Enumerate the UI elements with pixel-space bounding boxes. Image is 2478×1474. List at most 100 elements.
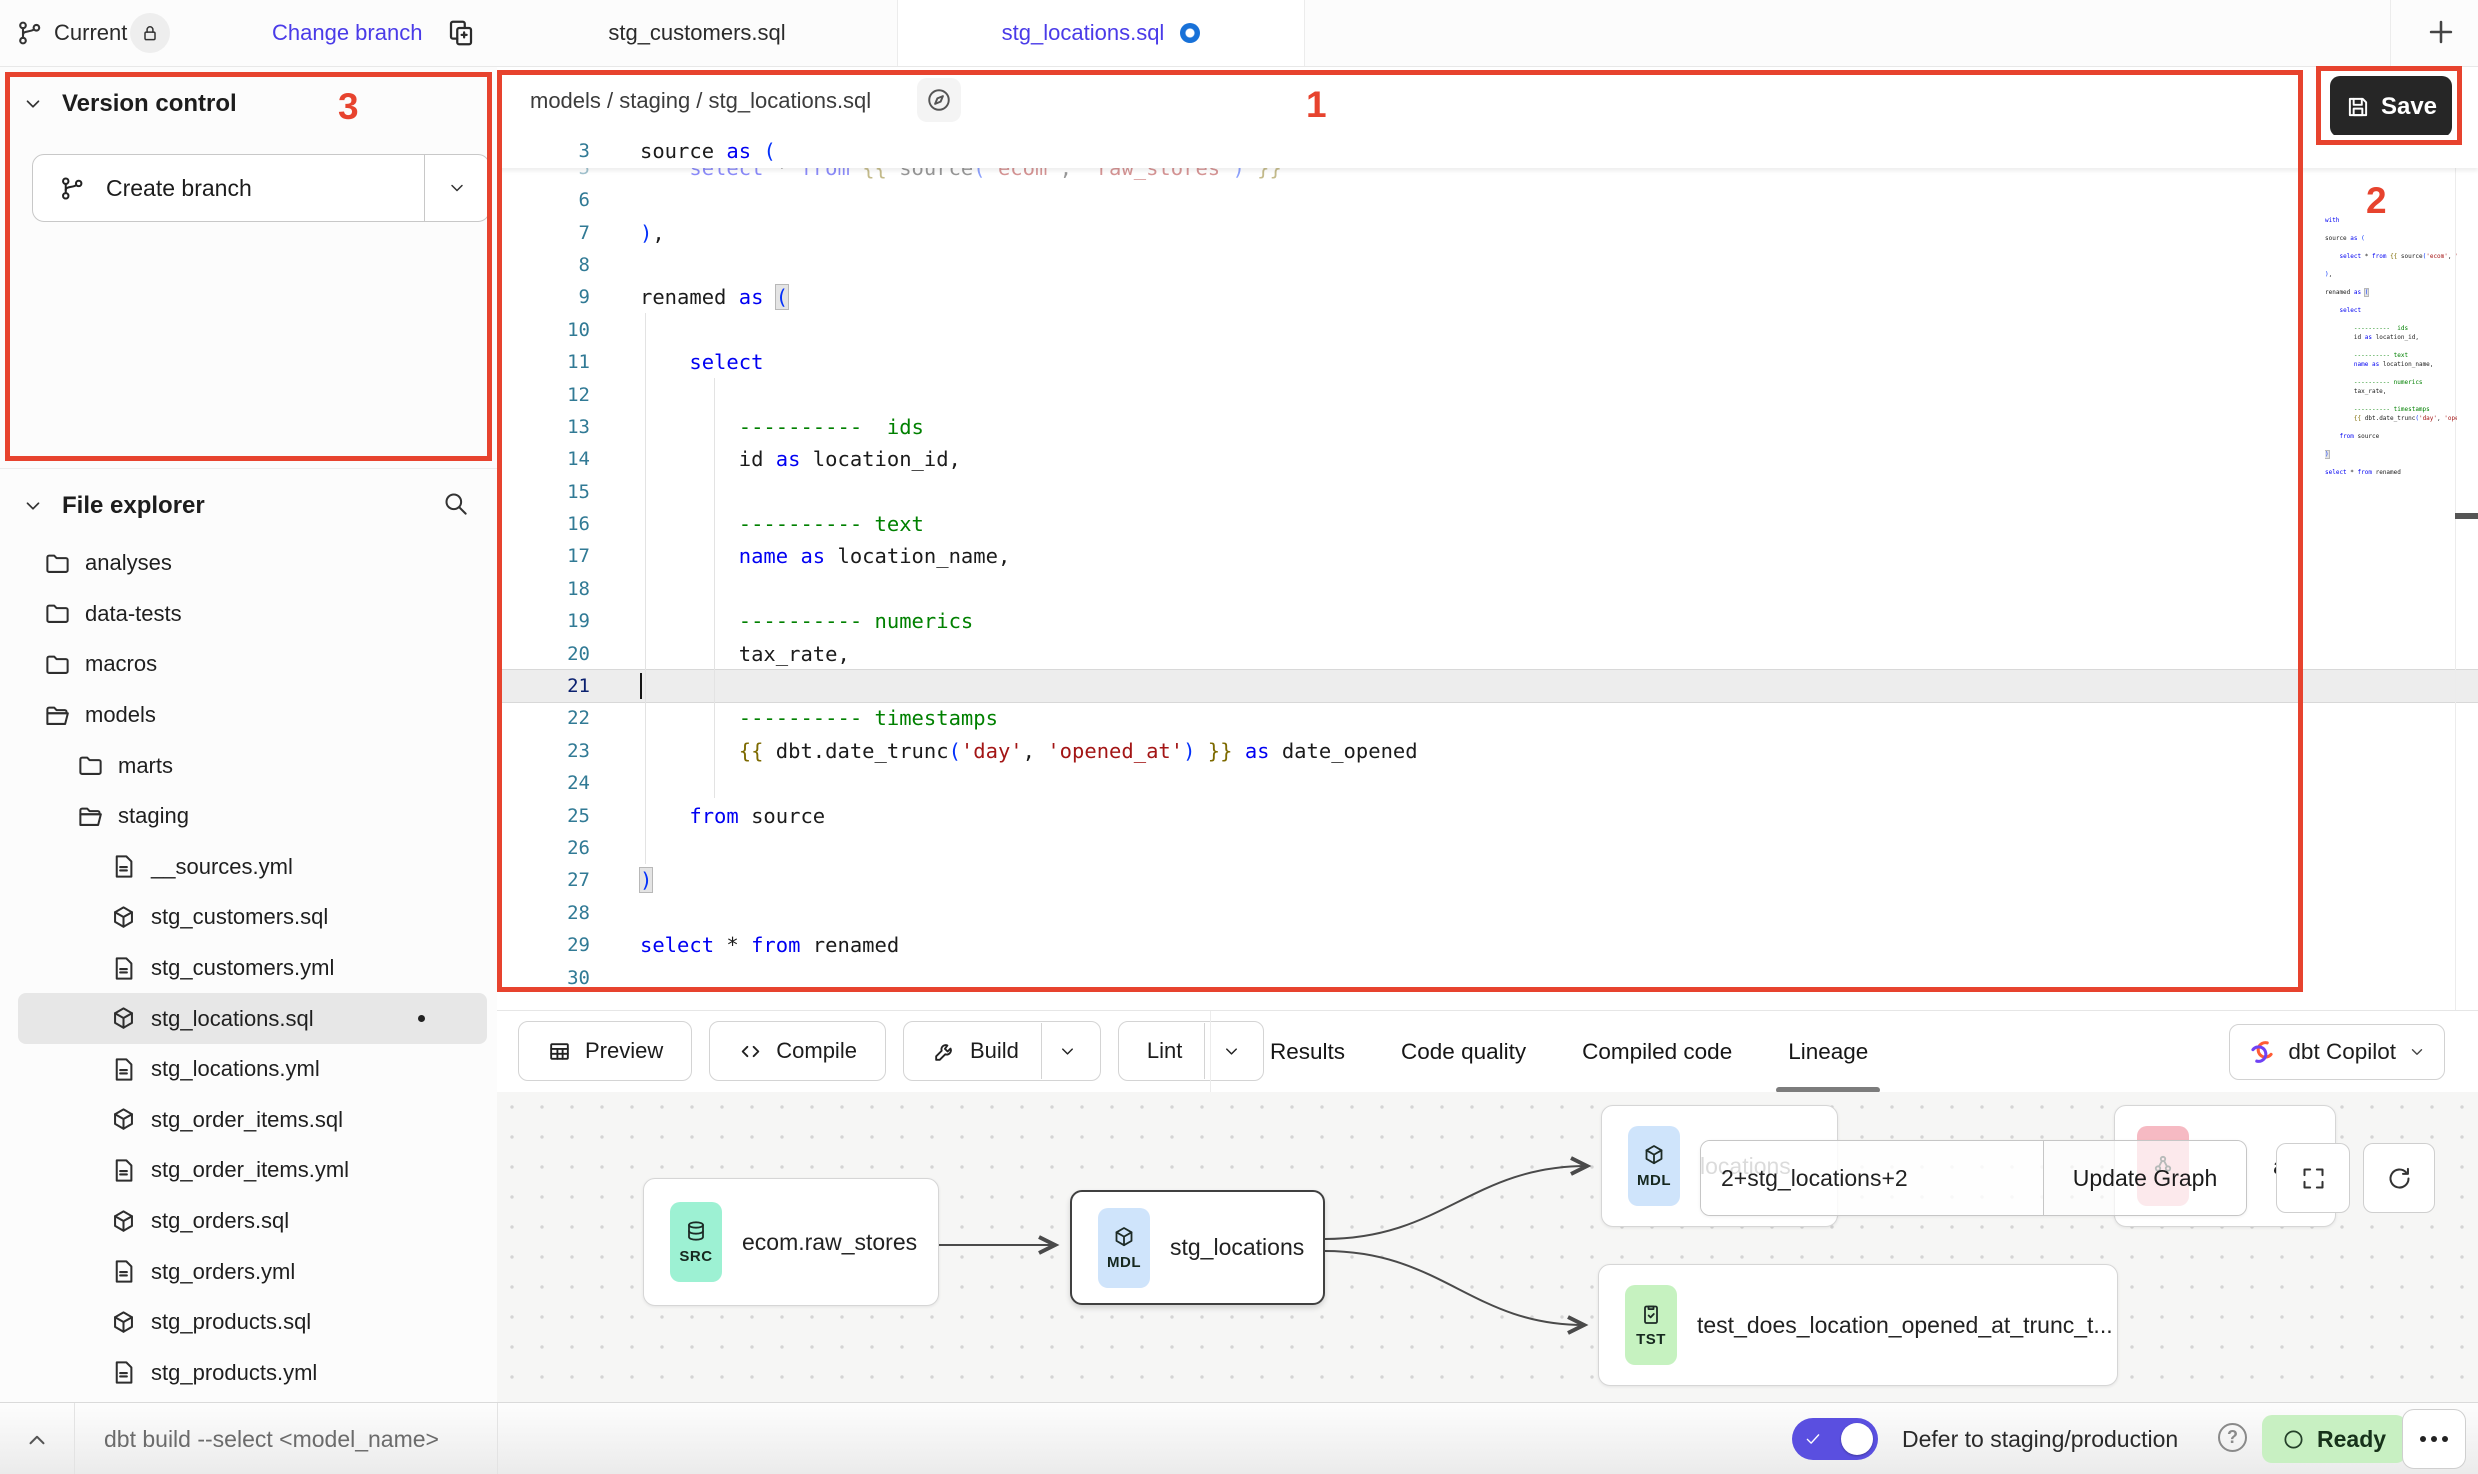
file-item-marts[interactable]: marts [18, 740, 487, 791]
file-explorer-header[interactable]: File explorer [22, 492, 205, 520]
update-graph-button[interactable]: Update Graph [2044, 1141, 2246, 1215]
file-item-stg_orders.yml[interactable]: stg_orders.yml [18, 1246, 487, 1297]
file-item-stg_products.yml[interactable]: stg_products.yml [18, 1348, 487, 1399]
code-editor[interactable]: 3source as ( 5 select * from {{ source('… [497, 135, 2478, 1010]
tab-results[interactable]: Results [1270, 1011, 1345, 1093]
git-branch-icon [59, 175, 86, 202]
minimap-line: name as location_name, [2325, 360, 2457, 369]
status-badge[interactable]: Ready [2262, 1415, 2406, 1463]
code-text: select * from {{ source('ecom', 'raw_sto… [640, 168, 1282, 180]
lineage-node-stg-locations[interactable]: MDL stg_locations [1070, 1190, 1325, 1305]
file-item-stg_products.sql[interactable]: stg_products.sql [18, 1297, 487, 1348]
create-branch-dropdown[interactable] [424, 155, 489, 221]
file-item-data-tests[interactable]: data-tests [18, 589, 487, 640]
search-icon[interactable] [442, 490, 469, 517]
line-number: 7 [497, 222, 596, 244]
refresh-button[interactable] [2363, 1143, 2435, 1213]
code-line[interactable]: 18 [497, 573, 2478, 605]
file-item-__sources.yml[interactable]: __sources.yml [18, 842, 487, 893]
file-item-models[interactable]: models [18, 690, 487, 741]
more-options-button[interactable] [2402, 1409, 2466, 1469]
save-button[interactable]: Save [2330, 76, 2452, 137]
line-number: 27 [497, 869, 596, 891]
help-icon[interactable]: ? [2218, 1423, 2247, 1452]
lint-dropdown[interactable] [1204, 1023, 1257, 1079]
dbt-copilot-button[interactable]: dbt Copilot [2229, 1024, 2445, 1080]
change-branch-link[interactable]: Change branch [272, 0, 422, 66]
code-line[interactable]: 21 [497, 670, 2478, 702]
table-icon [547, 1039, 572, 1064]
tab-stg_customers.sql[interactable]: stg_customers.sql [497, 0, 898, 66]
code-line[interactable]: 14 id as location_id, [497, 443, 2478, 475]
tab-compiled-code[interactable]: Compiled code [1582, 1011, 1732, 1093]
code-line[interactable]: 10 [497, 314, 2478, 346]
code-line[interactable]: 26 [497, 832, 2478, 864]
fullscreen-button[interactable] [2276, 1143, 2350, 1213]
code-line[interactable]: 22 ---------- timestamps [497, 702, 2478, 734]
model-badge: MDL [1628, 1126, 1680, 1206]
code-line[interactable]: 17 name as location_name, [497, 540, 2478, 572]
code-line[interactable]: 23 {{ dbt.date_trunc('day', 'opened_at')… [497, 735, 2478, 767]
version-control-header[interactable]: Version control [22, 90, 237, 118]
code-line[interactable]: 24 [497, 767, 2478, 799]
line-number: 3 [497, 140, 596, 162]
file-item-macros[interactable]: macros [18, 639, 487, 690]
code-line[interactable]: 13 ---------- ids [497, 411, 2478, 443]
code-line[interactable]: 16 ---------- text [497, 508, 2478, 540]
code-line[interactable]: 9renamed as ( [497, 281, 2478, 313]
create-branch-button[interactable]: Create branch [32, 154, 490, 222]
view-docs-compass-icon[interactable] [917, 78, 961, 122]
file-item-staging[interactable]: staging [18, 791, 487, 842]
code-lines[interactable]: 67),89renamed as (1011 select1213 ------… [497, 184, 2478, 994]
minimap-line [2325, 459, 2457, 468]
line-number: 21 [497, 675, 596, 697]
code-line[interactable]: 6 [497, 184, 2478, 216]
code-line[interactable]: 25 from source [497, 799, 2478, 831]
file-item-stg_order_items.sql[interactable]: stg_order_items.sql [18, 1095, 487, 1146]
command-input[interactable]: dbt build --select <model_name> [104, 1403, 439, 1474]
lineage-canvas[interactable]: SRC ecom.raw_stores MDL stg_locations MD… [497, 1092, 2478, 1402]
code-line[interactable]: 28 [497, 897, 2478, 929]
tab-code-quality[interactable]: Code quality [1401, 1011, 1526, 1093]
defer-toggle[interactable] [1792, 1418, 1878, 1460]
minimap-line [2325, 477, 2457, 486]
minimap-line: ---------- ids [2325, 324, 2457, 333]
minimap-line: id as location_id, [2325, 333, 2457, 342]
code-line[interactable]: 19 ---------- numerics [497, 605, 2478, 637]
file-item-analyses[interactable]: analyses [18, 538, 487, 589]
code-line[interactable]: 27) [497, 864, 2478, 896]
tab-lineage[interactable]: Lineage [1788, 1011, 1868, 1093]
code-line[interactable]: 11 select [497, 346, 2478, 378]
build-button[interactable]: Build [903, 1021, 1101, 1081]
code-line[interactable]: 30 [497, 961, 2478, 993]
new-tab-button[interactable] [2420, 12, 2462, 54]
minimap[interactable]: withsource as ( select * from {{ source(… [2325, 216, 2457, 516]
code-line[interactable]: 3source as ( [497, 135, 2478, 167]
file-item-stg_locations.sql[interactable]: stg_locations.sql [18, 993, 487, 1044]
lint-button[interactable]: Lint [1118, 1021, 1264, 1081]
code-line[interactable]: 12 [497, 378, 2478, 410]
file-item-stg_order_items.yml[interactable]: stg_order_items.yml [18, 1145, 487, 1196]
clipboard-check-icon [1639, 1302, 1663, 1326]
tab-stg_locations.sql[interactable]: stg_locations.sql [898, 0, 1305, 66]
code-line[interactable]: 29select * from renamed [497, 929, 2478, 961]
lineage-node-source[interactable]: SRC ecom.raw_stores [643, 1178, 939, 1306]
compile-button[interactable]: Compile [709, 1021, 886, 1081]
file-item-stg_orders.sql[interactable]: stg_orders.sql [18, 1196, 487, 1247]
code-line[interactable]: 7), [497, 216, 2478, 248]
code-line[interactable]: 8 [497, 249, 2478, 281]
preview-button[interactable]: Preview [518, 1021, 692, 1081]
copy-branch-icon[interactable] [446, 18, 476, 48]
file-item-stg_customers.yml[interactable]: stg_customers.yml [18, 943, 487, 994]
chevron-down-icon [22, 93, 44, 115]
file-item-stg_customers.sql[interactable]: stg_customers.sql [18, 892, 487, 943]
lineage-selector-input[interactable]: 2+stg_locations+2 [1701, 1141, 2044, 1215]
code-line[interactable]: 20 tax_rate, [497, 637, 2478, 669]
lineage-node-test[interactable]: TST test_does_location_opened_at_trunc_t… [1598, 1264, 2118, 1386]
chevron-up-icon[interactable] [24, 1427, 50, 1453]
code-line[interactable]: 5 select * from {{ source('ecom', 'raw_s… [497, 168, 2478, 184]
panel-resize-handle[interactable] [2455, 513, 2478, 519]
code-line[interactable]: 15 [497, 476, 2478, 508]
build-dropdown[interactable] [1041, 1023, 1094, 1079]
file-item-stg_locations.yml[interactable]: stg_locations.yml [18, 1044, 487, 1095]
